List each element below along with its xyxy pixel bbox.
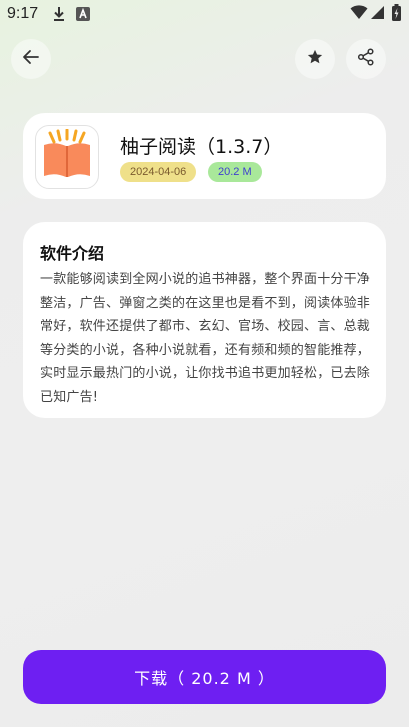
back-button[interactable] xyxy=(11,39,51,79)
app-icon xyxy=(35,125,99,189)
arrow-left-icon xyxy=(22,48,40,70)
favorite-button[interactable] xyxy=(295,39,335,79)
wifi-icon xyxy=(350,5,368,24)
battery-charging-icon xyxy=(392,4,401,25)
app-info-card: 柚子阅读（1.3.7） 2024-04-06 20.2 M xyxy=(23,113,386,199)
intro-card: 软件介绍 一款能够阅读到全网小说的追书神器，整个界面十分干净整洁，广告、弹窗之类… xyxy=(23,222,386,418)
intro-title: 软件介绍 xyxy=(40,244,105,263)
size-badge: 20.2 M xyxy=(208,162,262,182)
app-title: 柚子阅读（1.3.7） xyxy=(120,136,283,158)
share-button[interactable] xyxy=(346,39,386,79)
intro-body: 一款能够阅读到全网小说的追书神器，整个界面十分干净整洁，广告、弹窗之类的在这里也… xyxy=(40,272,371,405)
open-book-icon xyxy=(41,128,93,185)
signal-icon xyxy=(370,5,385,24)
notification-a-icon xyxy=(76,6,90,25)
status-bar: 9:17 xyxy=(0,0,409,28)
status-time: 9:17 xyxy=(7,5,39,22)
download-button[interactable]: 下载（ 20.2 M ） xyxy=(23,650,386,704)
share-icon xyxy=(357,48,375,70)
date-badge: 2024-04-06 xyxy=(120,162,197,182)
download-icon xyxy=(52,6,66,26)
star-icon xyxy=(306,48,324,70)
